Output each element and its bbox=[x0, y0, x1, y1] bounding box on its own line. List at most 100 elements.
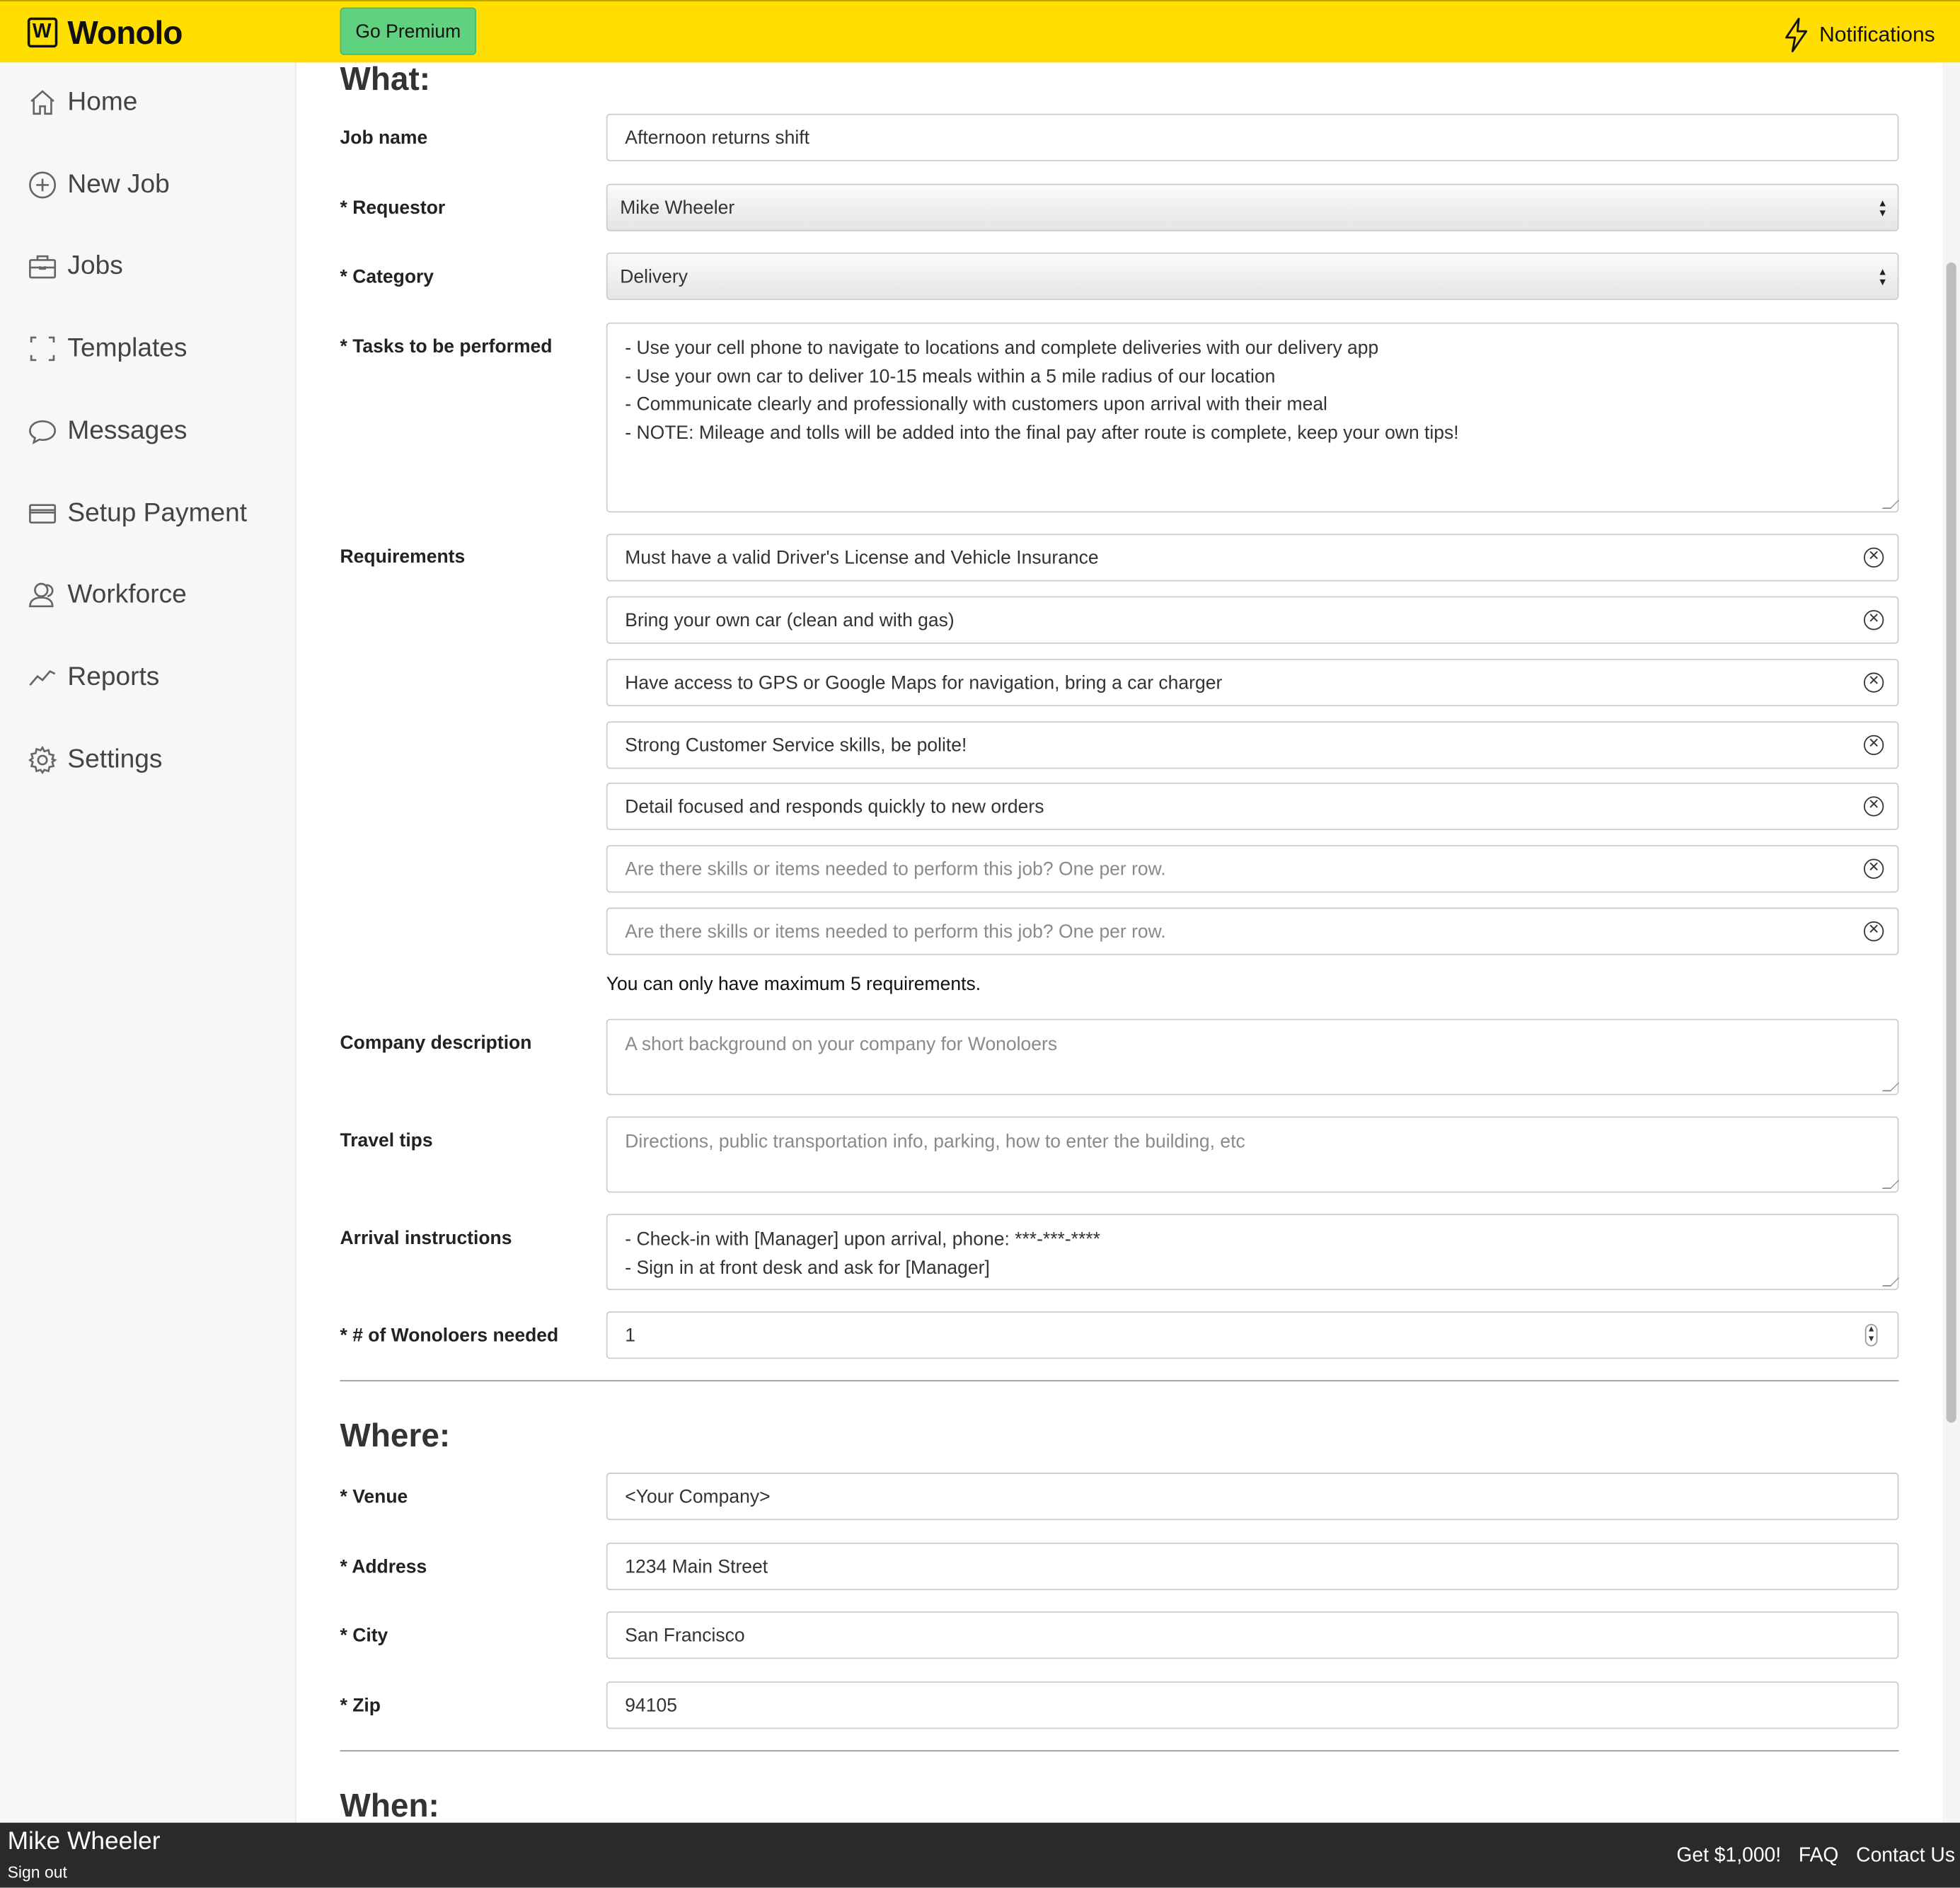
footer: Mike Wheeler Sign out Get $1,000! FAQ Co… bbox=[0, 1822, 1960, 1888]
requirement-text: Bring your own car (clean and with gas) bbox=[625, 609, 955, 631]
requirement-input[interactable]: Have access to GPS or Google Maps for na… bbox=[606, 658, 1899, 707]
wonoloers-needed-label: * # of Wonoloers needed bbox=[340, 1325, 559, 1347]
requirement-input[interactable]: Detail focused and responds quickly to n… bbox=[606, 782, 1899, 831]
footer-links: Get $1,000! FAQ Contact Us bbox=[1676, 1846, 1955, 1868]
requirement-input[interactable]: Must have a valid Driver's License and V… bbox=[606, 534, 1899, 582]
referral-link[interactable]: Get $1,000! bbox=[1676, 1846, 1781, 1868]
address-label: * Address bbox=[340, 1556, 427, 1578]
go-premium-button[interactable]: Go Premium bbox=[340, 7, 477, 55]
sidebar-item-label: Jobs bbox=[67, 251, 123, 280]
section-title-where: Where: bbox=[340, 1416, 451, 1454]
trend-chart-icon bbox=[29, 670, 56, 686]
venue-label: * Venue bbox=[340, 1486, 408, 1508]
sidebar-item-templates[interactable]: Templates bbox=[28, 333, 188, 364]
sidebar-item-setup-payment[interactable]: Setup Payment bbox=[28, 499, 247, 529]
requirements-limit-note: You can only have maximum 5 requirements… bbox=[606, 974, 981, 996]
select-arrows-icon: ▲ ▼ bbox=[1877, 197, 1888, 219]
plus-circle-icon bbox=[29, 171, 57, 199]
job-form: What: Job name Afternoon returns shift *… bbox=[297, 62, 1942, 1823]
sidebar-item-label: Messages bbox=[67, 416, 188, 445]
scrollbar[interactable] bbox=[1942, 62, 1960, 1823]
sign-out-link[interactable]: Sign out bbox=[8, 1863, 67, 1881]
requestor-select[interactable]: Mike Wheeler ▲ ▼ bbox=[606, 183, 1899, 231]
category-value: Delivery bbox=[620, 265, 688, 287]
brand-name: Wonolo bbox=[67, 13, 183, 52]
category-label: * Category bbox=[340, 266, 434, 288]
sidebar-item-label: Setup Payment bbox=[67, 498, 248, 528]
zip-input[interactable]: 94105 bbox=[606, 1681, 1899, 1729]
number-stepper-icon[interactable]: ▲ ▼ bbox=[1864, 1323, 1878, 1347]
venue-input[interactable]: <Your Company> bbox=[606, 1473, 1899, 1521]
city-input[interactable]: San Francisco bbox=[606, 1611, 1899, 1659]
sidebar-item-workforce[interactable]: Workforce bbox=[28, 580, 187, 610]
sidebar: Home New Job Jobs Templates Messages Set… bbox=[0, 62, 296, 1823]
requestor-label: * Requestor bbox=[340, 197, 446, 219]
resize-handle-icon[interactable] bbox=[1881, 500, 1900, 510]
sidebar-item-label: Templates bbox=[67, 333, 188, 363]
section-title-when: When: bbox=[340, 1786, 439, 1823]
requirement-input-empty[interactable]: Are there skills or items needed to perf… bbox=[606, 845, 1899, 893]
city-label: * City bbox=[340, 1625, 388, 1647]
sidebar-item-reports[interactable]: Reports bbox=[28, 662, 159, 692]
lightning-icon bbox=[1785, 18, 1808, 52]
travel-tips-textarea[interactable]: Directions, public transportation info, … bbox=[606, 1116, 1900, 1193]
arrival-instructions-textarea[interactable]: - Check-in with [Manager] upon arrival, … bbox=[606, 1214, 1900, 1291]
requirement-text: Have access to GPS or Google Maps for na… bbox=[625, 672, 1223, 693]
arrival-instructions-label: Arrival instructions bbox=[340, 1227, 512, 1249]
app-root: Wonolo Go Premium Notifications Home New… bbox=[0, 0, 1960, 1888]
home-icon bbox=[30, 90, 54, 115]
sidebar-item-settings[interactable]: Settings bbox=[28, 744, 163, 775]
requirement-input-empty[interactable]: Are there skills or items needed to perf… bbox=[606, 907, 1899, 955]
notifications-button[interactable]: Notifications bbox=[1785, 18, 1935, 52]
remove-requirement-icon[interactable]: ✕ bbox=[1864, 735, 1884, 756]
remove-requirement-icon[interactable]: ✕ bbox=[1864, 547, 1884, 568]
address-input[interactable]: 1234 Main Street bbox=[606, 1542, 1899, 1591]
sidebar-item-jobs[interactable]: Jobs bbox=[28, 251, 123, 281]
resize-handle-icon[interactable] bbox=[1881, 1082, 1900, 1092]
sidebar-item-messages[interactable]: Messages bbox=[28, 416, 188, 446]
company-description-label: Company description bbox=[340, 1032, 532, 1054]
wonolo-logo-icon bbox=[27, 17, 58, 48]
remove-requirement-icon[interactable]: ✕ bbox=[1864, 796, 1884, 817]
requirement-input[interactable]: Strong Customer Service skills, be polit… bbox=[606, 721, 1899, 769]
sidebar-item-home[interactable]: Home bbox=[28, 87, 138, 117]
sidebar-item-label: New Job bbox=[67, 170, 170, 199]
briefcase-icon bbox=[29, 255, 57, 279]
job-name-label: Job name bbox=[340, 127, 428, 149]
requirement-input[interactable]: Bring your own car (clean and with gas) … bbox=[606, 596, 1899, 644]
sidebar-item-label: Reports bbox=[67, 662, 160, 691]
requirements-label: Requirements bbox=[340, 546, 466, 568]
resize-handle-icon[interactable] bbox=[1881, 1180, 1900, 1190]
job-name-input[interactable]: Afternoon returns shift bbox=[606, 113, 1899, 161]
remove-requirement-icon[interactable]: ✕ bbox=[1864, 858, 1884, 879]
remove-requirement-icon[interactable]: ✕ bbox=[1864, 672, 1884, 693]
select-arrows-icon: ▲ ▼ bbox=[1877, 266, 1888, 288]
requirement-text: Strong Customer Service skills, be polit… bbox=[625, 734, 967, 756]
travel-tips-label: Travel tips bbox=[340, 1130, 433, 1152]
sidebar-item-label: Settings bbox=[67, 744, 163, 774]
tasks-textarea[interactable]: - Use your cell phone to navigate to loc… bbox=[606, 322, 1900, 513]
contact-us-link[interactable]: Contact Us bbox=[1856, 1846, 1955, 1868]
company-description-placeholder: A short background on your company for W… bbox=[625, 1033, 1058, 1056]
sidebar-item-label: Home bbox=[67, 87, 138, 117]
sidebar-item-label: Workforce bbox=[67, 580, 187, 609]
logo[interactable]: Wonolo bbox=[27, 13, 183, 52]
section-divider bbox=[340, 1380, 1899, 1382]
remove-requirement-icon[interactable]: ✕ bbox=[1864, 921, 1884, 942]
scrollbar-thumb[interactable] bbox=[1946, 262, 1956, 1423]
tasks-text: - Use your cell phone to navigate to loc… bbox=[625, 337, 1459, 444]
requirement-text: Detail focused and responds quickly to n… bbox=[625, 795, 1044, 817]
gear-icon bbox=[28, 745, 57, 775]
faq-link[interactable]: FAQ bbox=[1799, 1846, 1839, 1868]
wonoloers-needed-input[interactable]: 1 ▲ ▼ bbox=[606, 1311, 1899, 1359]
remove-requirement-icon[interactable]: ✕ bbox=[1864, 610, 1884, 631]
company-description-textarea[interactable]: A short background on your company for W… bbox=[606, 1018, 1900, 1095]
template-icon bbox=[30, 336, 55, 362]
sidebar-item-new-job[interactable]: New Job bbox=[28, 170, 170, 200]
arrival-instructions-text: - Check-in with [Manager] upon arrival, … bbox=[625, 1228, 1100, 1279]
users-icon bbox=[29, 582, 54, 608]
resize-handle-icon[interactable] bbox=[1881, 1277, 1900, 1287]
section-divider bbox=[340, 1750, 1899, 1752]
category-select[interactable]: Delivery ▲ ▼ bbox=[606, 252, 1899, 300]
travel-tips-placeholder: Directions, public transportation info, … bbox=[625, 1131, 1245, 1153]
